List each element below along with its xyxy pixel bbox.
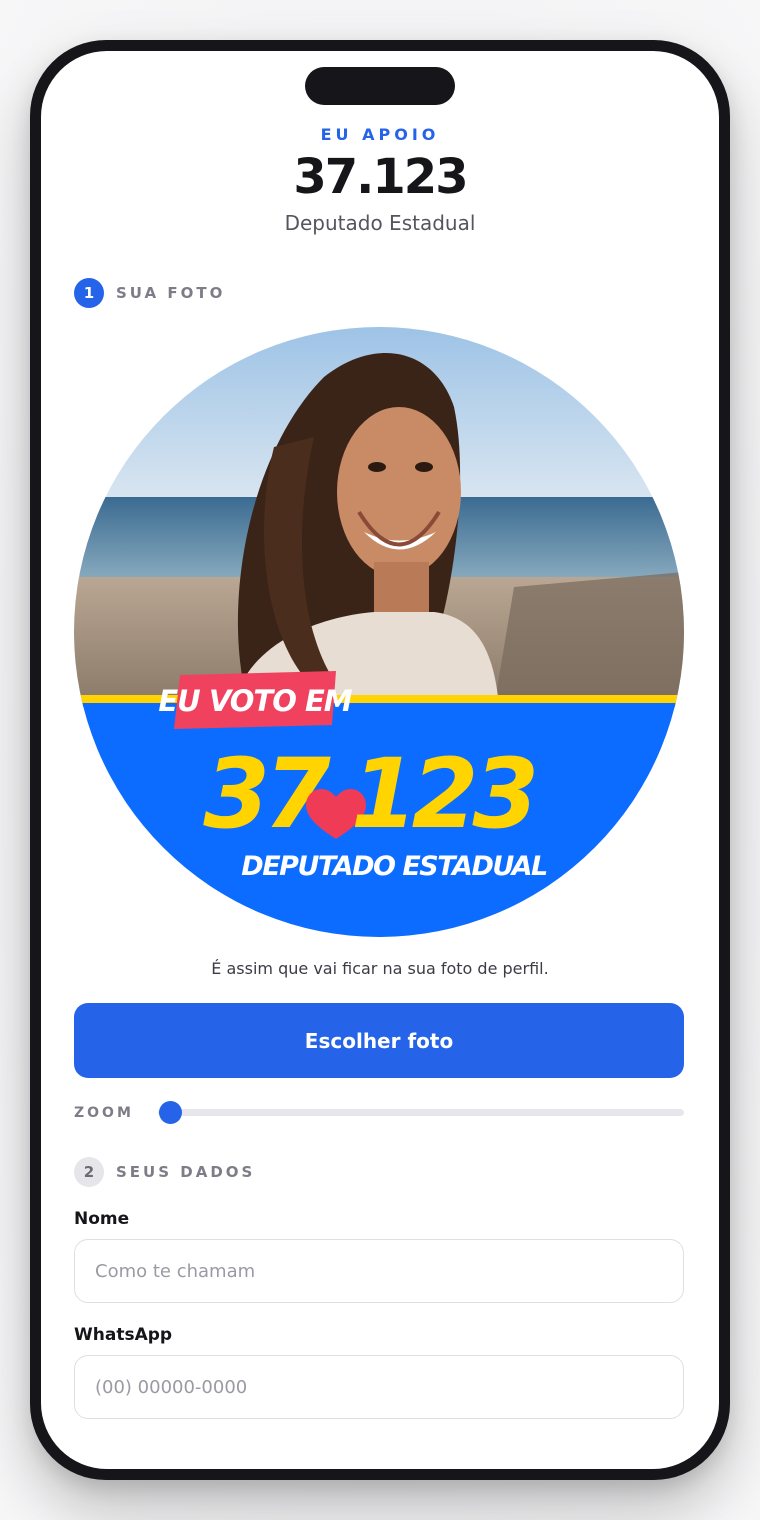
step-1-header: 1 SUA FOTO: [74, 277, 225, 309]
zoom-slider[interactable]: [158, 1101, 684, 1124]
zoom-slider-thumb[interactable]: [159, 1101, 182, 1124]
photo-scene: [74, 327, 684, 707]
dynamic-island: [305, 67, 455, 105]
name-input[interactable]: [74, 1239, 684, 1303]
whatsapp-label: WhatsApp: [74, 1325, 173, 1345]
step-2-title: SEUS DADOS: [116, 1163, 256, 1181]
whatsapp-input[interactable]: [74, 1355, 684, 1419]
phone-frame: EU APOIO 37.123 Deputado Estadual 1 SUA …: [30, 40, 730, 1480]
banner-number-right: 123: [351, 738, 535, 850]
step-2-header: 2 SEUS DADOS: [74, 1156, 255, 1188]
name-label: Nome: [74, 1209, 130, 1229]
preview-caption: É assim que vai ficar na sua foto de per…: [211, 959, 549, 978]
step-2-badge: 2: [74, 1157, 104, 1187]
banner-role: DEPUTADO ESTADUAL: [241, 851, 547, 882]
phone-screen: EU APOIO 37.123 Deputado Estadual 1 SUA …: [41, 51, 719, 1469]
banner-tag-text: EU VOTO EM: [158, 684, 352, 718]
support-kicker: EU APOIO: [320, 125, 440, 144]
choose-photo-button[interactable]: Escolher foto: [74, 1003, 684, 1078]
profile-photo-preview[interactable]: EU VOTO EM 37 123 DEPUTADO ESTADUAL: [74, 327, 684, 937]
step-1-badge: 1: [74, 278, 104, 308]
candidate-number: 37.123: [293, 149, 468, 205]
banner-tag: EU VOTO EM: [158, 671, 354, 729]
zoom-label: ZOOM: [74, 1105, 134, 1121]
step-1-title: SUA FOTO: [116, 284, 226, 302]
candidate-role: Deputado Estadual: [284, 211, 476, 235]
